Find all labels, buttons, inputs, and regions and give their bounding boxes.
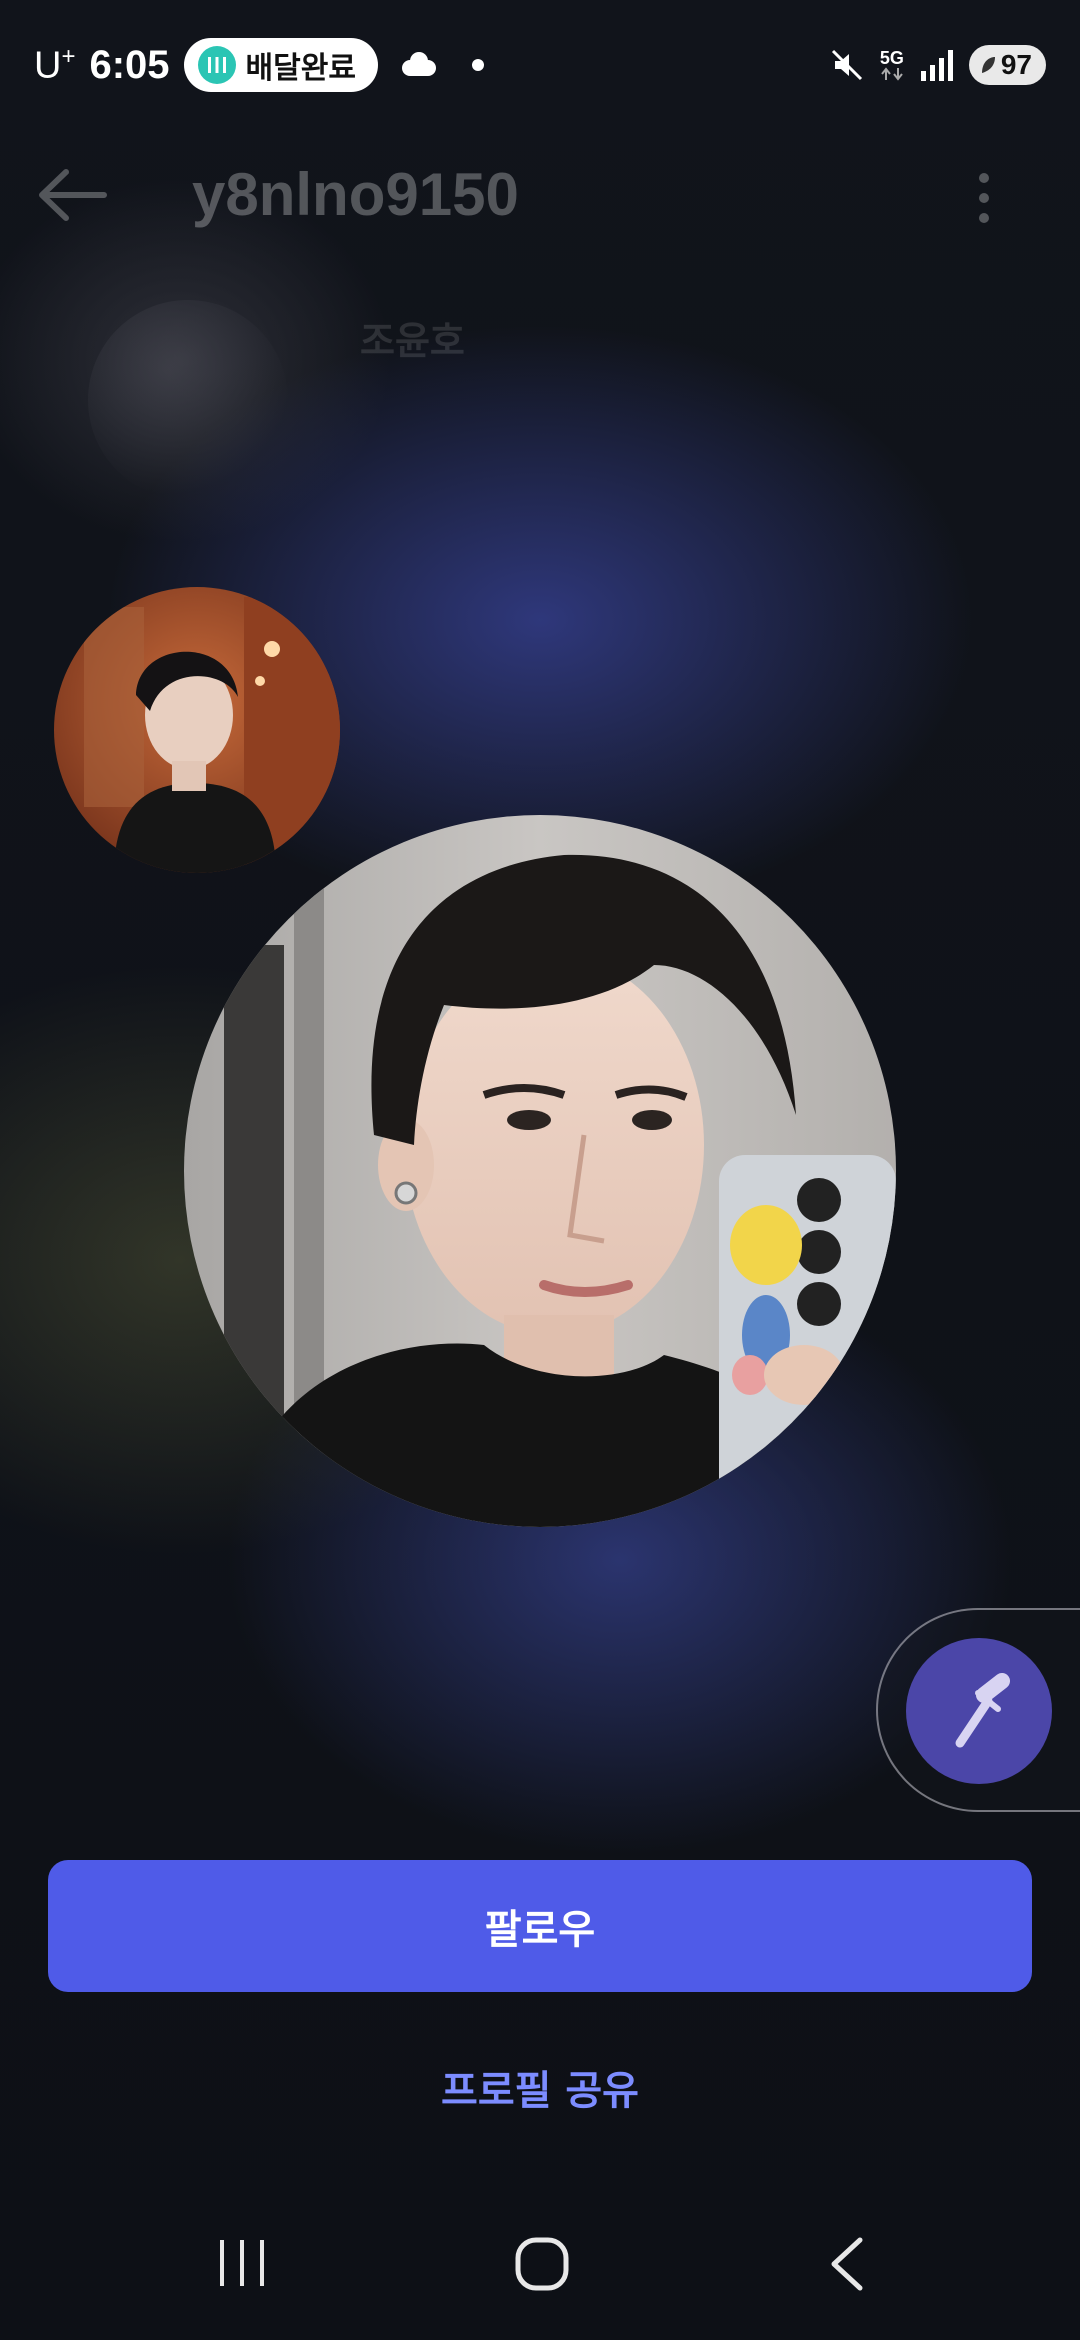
battery-leaf-icon [981,57,995,73]
network-indicator: 5G [879,49,905,81]
follow-button[interactable]: 팔로우 [48,1860,1032,1992]
battery-level: 97 [1000,49,1032,80]
delivery-notification-pill[interactable]: 배달완료 [183,38,378,92]
eyedropper-button[interactable] [906,1638,1052,1784]
back-chevron-icon[interactable] [822,2234,870,2294]
status-time: 6:05 [89,42,170,87]
notification-dot-icon [471,59,484,71]
floating-tool-panel [876,1608,1080,1812]
delivery-app-icon [197,46,236,84]
carrier-text: U [34,44,62,87]
share-profile-link[interactable]: 프로필 공유 [0,2058,1080,2116]
eyedropper-icon [955,1673,1010,1748]
cloud-icon [398,52,438,78]
secondary-photo-image [54,587,340,873]
status-icons: 5G 97 [829,45,1046,85]
data-arrows-icon [881,67,903,81]
signal-icon [920,50,953,81]
delivery-pill-text: 배달완료 [245,52,356,85]
secondary-profile-photo[interactable] [54,587,340,873]
app-header: y8nlno9150 [0,130,1080,260]
carrier-sup: + [61,42,76,70]
back-arrow-icon[interactable] [34,160,110,230]
main-profile-photo[interactable] [184,815,896,1527]
home-icon[interactable] [512,2234,572,2294]
status-bar: U+ 6:05 배달완료 5G 97 [0,0,1080,130]
battery-indicator: 97 [968,45,1046,85]
main-photo-image [184,815,896,1527]
carrier-label: U+ [34,43,75,88]
network-type: 5G [879,48,904,68]
background-display-name: 조윤호 [360,321,465,363]
mute-icon [831,49,862,81]
profile-username: y8nlno9150 [192,161,519,228]
more-vertical-icon[interactable] [966,170,1002,226]
background-avatar [88,300,288,500]
recents-icon[interactable] [214,2236,270,2290]
system-nav-bar [0,2210,1080,2320]
profile-screen: U+ 6:05 배달완료 5G 97 y8nlno9150 조윤호 팔로우 프로… [0,0,1080,2340]
